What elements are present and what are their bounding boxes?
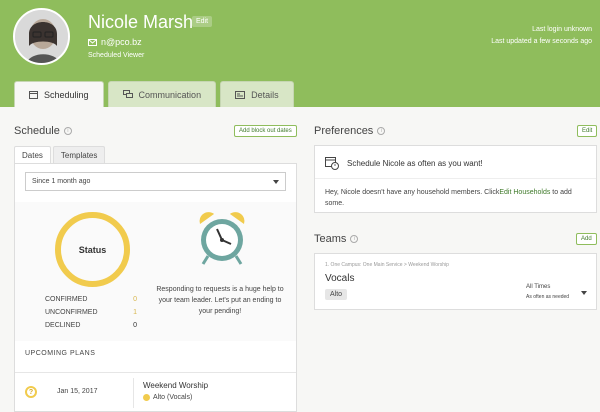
household-text: Hey, Nicole doesn't have any household m… — [325, 187, 587, 209]
subtab-templates[interactable]: Templates — [52, 146, 106, 164]
stat-unconfirmed: UNCONFIRMED 1 — [45, 309, 137, 316]
profile-tabs: Scheduling Communication Details — [14, 81, 294, 107]
team-item: 1. One Campus: One Main Service > Weeken… — [314, 253, 597, 310]
add-team-button[interactable]: Add — [576, 233, 597, 245]
preferences-box: Schedule Nicole as often as you want! He… — [314, 145, 597, 213]
chat-icon — [122, 90, 133, 98]
add-block-out-dates-button[interactable]: Add block out dates — [234, 125, 297, 137]
status-summary: Status CONFIRMED 0 UNCONFIRMED 1 DECLINE… — [15, 202, 296, 341]
preferences-title-text: Preferences — [314, 125, 374, 137]
preferences-title: Preferences i — [314, 125, 386, 137]
tab-label: Details — [251, 89, 279, 100]
date-filter-select[interactable]: Since 1 month ago — [25, 172, 286, 191]
divider — [133, 378, 134, 408]
plan-date: Jan 15, 2017 — [57, 388, 98, 395]
status-ring: Status — [55, 212, 130, 287]
stat-label: DECLINED — [45, 322, 81, 329]
pending-message: Responding to requests is a huge help to… — [156, 286, 284, 315]
card-icon — [235, 90, 246, 99]
household-text-prefix: Hey, Nicole doesn't have any household m… — [325, 189, 500, 196]
last-updated-text: Last updated a few seconds ago — [491, 38, 592, 45]
team-times: All Times — [526, 284, 551, 290]
email-text[interactable]: n@pco.bz — [101, 37, 142, 47]
chevron-down-icon — [273, 180, 279, 184]
team-frequency: As often as needed — [526, 294, 570, 300]
schedule-title-text: Schedule — [14, 125, 60, 137]
date-filter-value: Since 1 month ago — [32, 178, 91, 185]
edit-name-button[interactable]: Edit — [192, 16, 213, 27]
stat-confirmed: CONFIRMED 0 — [45, 296, 137, 303]
plan-row[interactable]: ? Jan 15, 2017 Weekend Worship Alto (Voc… — [15, 372, 296, 411]
edit-preferences-button[interactable]: Edit — [577, 125, 598, 137]
info-icon[interactable]: i — [350, 235, 359, 243]
pending-dot-icon — [143, 394, 150, 401]
profile-header: Nicole Marsh Edit n@pco.bz Scheduled Vie… — [0, 0, 600, 107]
profile-name: Nicole Marsh — [88, 12, 194, 32]
schedule-title: Schedule i — [14, 125, 72, 137]
plan-position: Alto (Vocals) — [143, 394, 192, 401]
role-text: Scheduled Viewer — [88, 52, 145, 59]
stat-label: CONFIRMED — [45, 296, 88, 303]
stat-value: 0 — [133, 296, 137, 303]
upcoming-plans-title: UPCOMING PLANS — [25, 350, 96, 357]
edit-households-link[interactable]: Edit Households — [499, 189, 550, 196]
divider — [315, 178, 596, 179]
info-icon[interactable]: i — [63, 127, 72, 135]
stat-value: 1 — [133, 309, 137, 316]
schedule-subtabs: Dates Templates — [14, 146, 107, 164]
schedule-preference: Schedule Nicole as often as you want! — [325, 156, 483, 170]
avatar[interactable] — [13, 8, 70, 65]
info-icon[interactable]: i — [377, 127, 386, 135]
schedule-panel: Since 1 month ago Status CONFIRMED 0 UNC… — [14, 163, 297, 412]
last-login-text: Last login unknown — [532, 26, 592, 33]
team-name: Vocals — [325, 273, 355, 284]
mail-icon — [88, 38, 97, 46]
calendar-icon — [29, 91, 38, 99]
stat-declined: DECLINED 0 — [45, 322, 137, 329]
teams-title: Teams i — [314, 233, 359, 245]
tab-label: Communication — [138, 89, 202, 100]
stat-label: UNCONFIRMED — [45, 309, 98, 316]
schedule-preference-text: Schedule Nicole as often as you want! — [347, 158, 483, 168]
team-path: 1. One Campus: One Main Service > Weeken… — [325, 262, 449, 268]
question-icon: ? — [25, 386, 37, 398]
tab-communication[interactable]: Communication — [107, 81, 217, 107]
chevron-down-icon[interactable] — [581, 291, 587, 295]
plan-name[interactable]: Weekend Worship — [143, 381, 208, 390]
stat-value: 0 — [133, 322, 137, 329]
email-row: n@pco.bz — [88, 37, 142, 47]
plan-position-text: Alto (Vocals) — [153, 394, 193, 401]
calendar-clock-icon — [325, 157, 339, 170]
teams-title-text: Teams — [314, 233, 347, 245]
tab-label: Scheduling — [44, 89, 89, 100]
team-position-badge: Alto — [325, 289, 348, 300]
alarm-clock-icon — [192, 208, 252, 268]
avatar-image — [15, 10, 68, 63]
tab-details[interactable]: Details — [220, 81, 294, 107]
status-label: Status — [78, 244, 107, 255]
subtab-dates[interactable]: Dates — [14, 146, 51, 164]
tab-scheduling[interactable]: Scheduling — [14, 81, 104, 107]
